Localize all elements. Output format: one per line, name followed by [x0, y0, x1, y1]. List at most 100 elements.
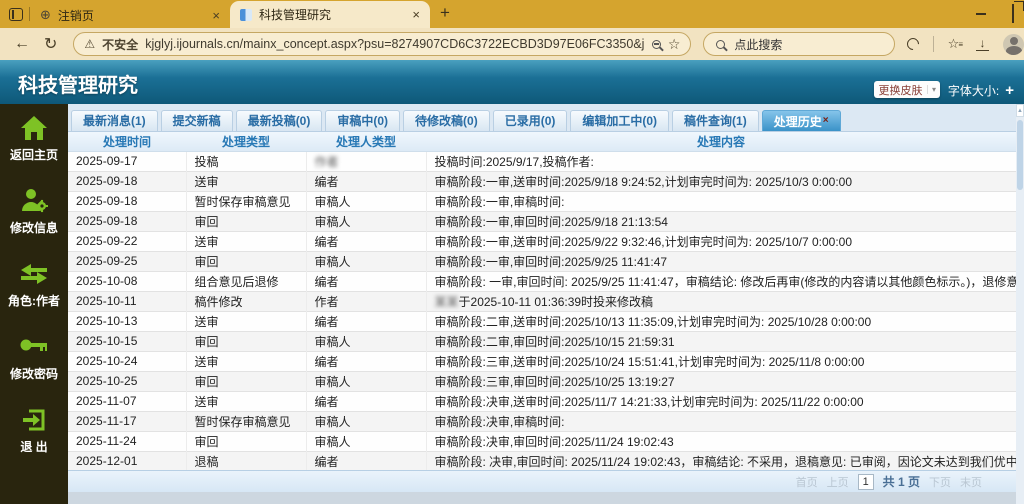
browser-tab-journal[interactable]: 科技管理研究 × [230, 1, 430, 28]
table-cell: 编者 [306, 391, 427, 411]
zoom-out-icon[interactable] [651, 39, 661, 49]
pagination-first[interactable]: 首页 [796, 474, 818, 490]
cell-text: 2025-10-25 [76, 374, 138, 388]
bottom-strip [68, 492, 1016, 504]
table-cell: 稿件修改 [186, 291, 307, 311]
switch-role-icon [21, 264, 47, 284]
back-button[interactable]: ← [14, 35, 30, 53]
module-tab-label: 最新消息(1) [83, 114, 146, 128]
table-cell: 作者 [306, 291, 427, 311]
module-tab[interactable]: 稿件查询(1) [672, 110, 759, 131]
sidebar-item-logout[interactable]: 退 出 [19, 406, 49, 455]
cell-text: 审稿阶段:一审,送审时间:2025/9/18 9:24:52,计划审完时间为: … [434, 174, 853, 189]
cell-text: 2025-09-25 [76, 254, 138, 268]
pagination-next[interactable]: 下页 [929, 474, 951, 490]
browser-tab-logout-page[interactable]: ⊕ 注销页 × [30, 2, 230, 28]
table-cell: 送审 [186, 171, 307, 191]
table-cell: 2025-10-15 [68, 331, 187, 351]
pagination-prev[interactable]: 上页 [827, 474, 849, 490]
close-tab-icon[interactable]: × [410, 7, 422, 22]
change-skin-dropdown[interactable]: 更换皮肤 ▾ [874, 81, 940, 98]
table-cell: 审稿阶段: 一审,审回时间: 2025/9/25 11:41:47，审稿结论: … [426, 271, 1017, 291]
cell-text: 审回 [194, 374, 219, 389]
cell-text: 审稿阶段:一审,审稿时间: [434, 194, 565, 209]
table-cell: 2025-10-13 [68, 311, 187, 331]
pagination-bar: 首页 上页 1 共 1 页 下页 末页 [68, 470, 1016, 492]
cell-text: 送审 [194, 314, 219, 329]
font-size-controls: 字体大小: + - [948, 82, 1024, 99]
cell-text: 编者 [314, 394, 339, 409]
cell-text: 2025-10-11 [76, 294, 137, 308]
module-tab[interactable]: 提交新稿 [160, 110, 233, 131]
globe-icon: ⊕ [40, 7, 51, 22]
table-cell: 送审 [186, 231, 307, 251]
header-process-content: 处理内容 [426, 132, 1016, 152]
sidebar-item-label: 退 出 [20, 440, 48, 454]
font-increase-button[interactable]: + [1005, 82, 1014, 99]
module-tab[interactable]: 处理历史× [761, 110, 841, 131]
url-text[interactable]: kjglyj.ijournals.cn/mainx_concept.aspx?p… [145, 37, 645, 51]
reload-button[interactable]: ↻ [44, 34, 57, 54]
chevron-down-icon: ▾ [926, 85, 940, 94]
table-row: 2025-11-07 送审 编者 审稿阶段:决审,送审时间:2025/11/7 14:… [68, 391, 1016, 411]
cell-text: 编者 [314, 234, 339, 249]
page-number-box[interactable]: 1 [857, 473, 874, 490]
module-tab[interactable]: 审稿中(0) [325, 110, 401, 131]
table-row: 2025-11-17 暂时保存审稿意见 审稿人 审稿阶段:决审,审稿时间: [68, 411, 1016, 431]
sidebar-item-role[interactable]: 角色:作者 [8, 260, 60, 309]
vertical-scrollbar[interactable]: ▲ [1016, 104, 1024, 504]
module-tab[interactable]: 最新投稿(0) [235, 110, 323, 131]
download-icon[interactable]: ↓ [976, 37, 989, 51]
module-tab[interactable]: 待修改稿(0) [403, 110, 490, 131]
not-secure-label[interactable]: 不安全 [102, 36, 138, 53]
table-cell: 退稿 [186, 451, 307, 470]
module-tab[interactable]: 编辑加工中(0) [570, 110, 670, 131]
logout-icon [23, 409, 45, 431]
table-header-row: 处理时间 处理类型 处理人类型 处理内容 [68, 132, 1016, 152]
search-box[interactable]: 点此搜索 [703, 32, 895, 56]
table-row: 2025-10-08 组合意见后退修 编者 审稿阶段: 一审,审回时间: 2025/9… [68, 271, 1016, 291]
cell-text: 2025-12-01 [76, 454, 138, 468]
sidebar-item-home[interactable]: 返回主页 [10, 114, 58, 163]
url-bar[interactable]: ⚠ 不安全 kjglyj.ijournals.cn/mainx_concept.… [73, 32, 692, 56]
module-tab[interactable]: 最新消息(1) [71, 110, 158, 131]
cell-text: 编者 [314, 174, 339, 189]
scrollbar-thumb[interactable] [1017, 120, 1023, 190]
cell-text: 投稿时间:2025/9/17,投稿作者: [434, 154, 594, 169]
new-tab-button[interactable]: + [440, 3, 450, 23]
cell-text: 审稿人 [314, 414, 351, 429]
cell-text: 审稿人 [314, 434, 351, 449]
sidebar-item-password[interactable]: 修改密码 [10, 333, 58, 382]
table-cell: 编者 [306, 271, 427, 291]
cell-text: 2025-09-22 [76, 234, 138, 248]
search-placeholder[interactable]: 点此搜索 [734, 36, 782, 53]
cell-text: 作者 [314, 154, 339, 169]
module-tab-close-icon[interactable]: × [823, 115, 829, 126]
close-tab-icon[interactable]: × [210, 8, 222, 23]
restore-button[interactable] [1012, 4, 1014, 23]
collections-icon[interactable] [904, 35, 922, 53]
bookmark-star-icon[interactable]: ☆ [668, 36, 681, 53]
cell-text: 审稿阶段:三审,送审时间:2025/10/24 15:51:41,计划审完时间为… [434, 354, 865, 369]
workspaces-icon[interactable] [9, 8, 23, 21]
cell-text: 审稿人 [314, 214, 351, 229]
browser-toolbar: ← ↻ ⚠ 不安全 kjglyj.ijournals.cn/mainx_conc… [0, 28, 1024, 60]
favorites-bar-icon[interactable]: ☆≡ [948, 36, 963, 52]
profile-avatar[interactable] [1003, 33, 1024, 55]
module-tab[interactable]: 已录用(0) [492, 110, 568, 131]
cell-text: 编者 [314, 354, 339, 369]
scroll-up-icon[interactable]: ▲ [1016, 104, 1024, 117]
table-row: 2025-11-24 审回 审稿人 审稿阶段:决审,审回时间:2025/11/24 1… [68, 431, 1016, 451]
cell-text: 组合意见后退修 [194, 274, 279, 289]
minimize-icon [976, 13, 986, 15]
table-cell: 审稿阶段:一审,审回时间:2025/9/25 11:41:47 [426, 251, 1016, 271]
table-row: 2025-10-13 送审 编者 审稿阶段:二审,送审时间:2025/10/13 11… [68, 311, 1016, 331]
sidebar: 返回主页 修改信息 角色:作者 修改密码 退 出 [0, 104, 68, 504]
table-cell: 2025-10-08 [68, 271, 187, 291]
search-icon [716, 39, 726, 49]
minimize-button[interactable] [976, 13, 986, 15]
pagination-last[interactable]: 末页 [960, 474, 982, 490]
browser-window: ⊕ 注销页 × 科技管理研究 × + ← ↻ ⚠ 不安全 kjglyj.ijou… [0, 0, 1024, 504]
sidebar-item-edit-info[interactable]: 修改信息 [10, 187, 58, 236]
table-row: 2025-10-15 审回 审稿人 审稿阶段:二审,审回时间:2025/10/15 2… [68, 331, 1016, 351]
